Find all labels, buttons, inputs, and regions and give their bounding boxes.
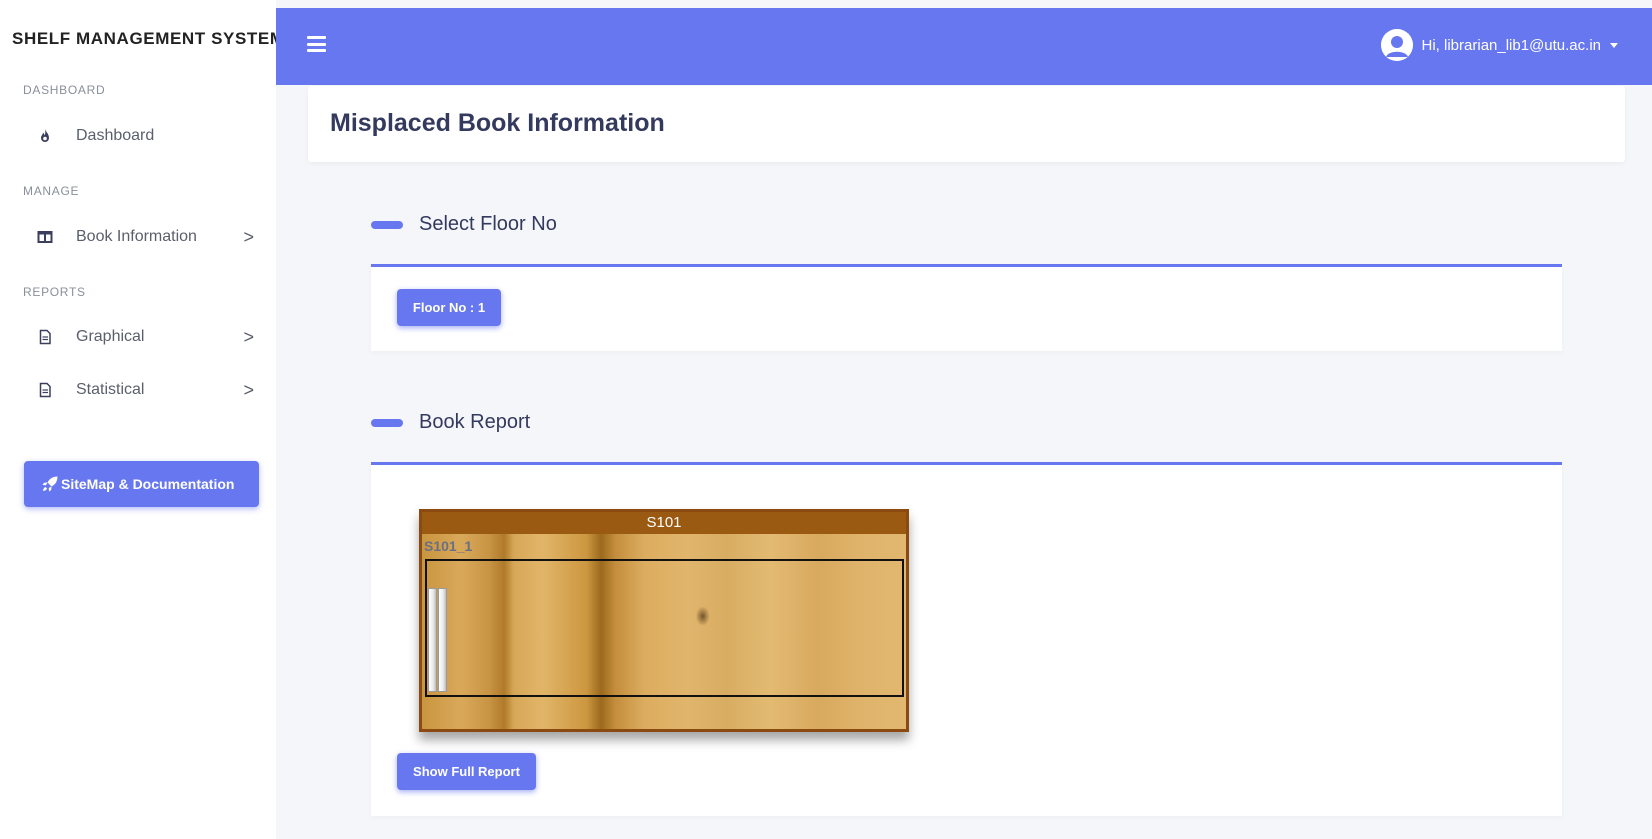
section-heading-book-report: Book Report [371, 411, 530, 434]
sitemap-documentation-button[interactable]: SiteMap & Documentation [24, 461, 259, 507]
show-full-report-button[interactable]: Show Full Report [397, 753, 536, 790]
sidebar-item-statistical[interactable]: Statistical > [24, 372, 260, 408]
rack-label: S101_1 [424, 538, 473, 554]
shelf-s101[interactable]: S101 S101_1 [419, 509, 909, 732]
sidebar-item-label: Book Information [76, 228, 197, 245]
section-label-manage: MANAGE [23, 184, 80, 198]
page-title: Misplaced Book Information [330, 109, 665, 137]
page-header: Misplaced Book Information [308, 86, 1625, 162]
chevron-right-icon: > [243, 326, 254, 347]
sidebar-item-book-information[interactable]: Book Information > [24, 219, 260, 255]
heading-pill [371, 220, 403, 229]
user-dropdown[interactable]: Hi, librarian_lib1@utu.ac.in [1380, 29, 1618, 61]
rocket-icon [42, 476, 58, 492]
columns-icon [24, 229, 66, 245]
sitemap-documentation-label: SiteMap & Documentation [61, 476, 235, 492]
sidebar-item-label: Dashboard [76, 127, 155, 144]
caret-down-icon [1610, 42, 1618, 48]
chevron-right-icon: > [243, 226, 254, 247]
sidebar-item-dashboard[interactable]: Dashboard [24, 118, 260, 154]
file-icon [24, 329, 66, 345]
section-label-dashboard: DASHBOARD [23, 83, 106, 97]
shelf-name: S101 [422, 512, 906, 534]
topbar: Hi, librarian_lib1@utu.ac.in [276, 8, 1652, 85]
floor-button[interactable]: Floor No : 1 [397, 289, 501, 326]
fire-icon [24, 128, 66, 144]
book-item[interactable] [428, 588, 437, 692]
user-greeting: Hi, librarian_lib1@utu.ac.in [1421, 36, 1601, 54]
book-item[interactable] [438, 588, 447, 692]
menu-icon[interactable] [307, 36, 326, 52]
chevron-right-icon: > [243, 379, 254, 400]
rack-s101-1[interactable] [425, 559, 904, 697]
sidebar-item-graphical[interactable]: Graphical > [24, 319, 260, 355]
section-label-reports: REPORTS [23, 285, 86, 299]
section-heading-text: Select Floor No [419, 213, 557, 235]
user-avatar-icon [1380, 29, 1413, 61]
brand-title[interactable]: SHELF MANAGEMENT SYSTEM [12, 29, 285, 49]
book-report-card: S101 S101_1 Show Full Report [371, 462, 1562, 816]
sidebar-item-label: Graphical [76, 328, 145, 345]
section-heading-select-floor: Select Floor No [371, 213, 557, 236]
file-icon [24, 382, 66, 398]
sidebar-item-label: Statistical [76, 381, 145, 398]
heading-pill [371, 418, 403, 427]
floor-select-card: Floor No : 1 [371, 264, 1562, 351]
section-heading-text: Book Report [419, 411, 531, 433]
sidebar: SHELF MANAGEMENT SYSTEM DASHBOARD Dashbo… [0, 0, 284, 839]
